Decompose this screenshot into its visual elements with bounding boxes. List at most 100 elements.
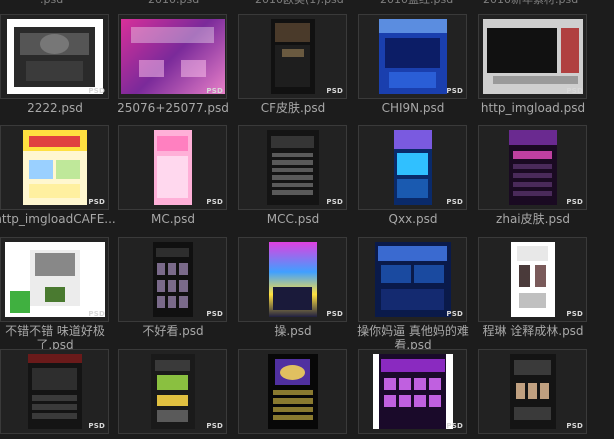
thumbnail-detail (513, 181, 552, 187)
file-thumbnail (152, 242, 193, 317)
thumbnail-detail (378, 245, 447, 261)
file-thumbnail (4, 242, 105, 317)
file-thumbnail-frame[interactable]: PSD (0, 125, 109, 210)
file-name-label: http_imgload.psd (480, 101, 586, 115)
file-thumbnail-frame[interactable]: PSD (478, 125, 587, 210)
psd-badge: PSD (566, 198, 583, 206)
file-name-label: .psd (40, 0, 63, 8)
thumbnail-detail (380, 264, 411, 284)
file-name-label: 2010蓝红.psd (380, 0, 453, 8)
thumbnail-detail (519, 293, 546, 308)
thumbnail-detail (513, 151, 552, 159)
file-thumbnail-frame[interactable]: PSD (0, 237, 109, 322)
thumbnail-detail (397, 152, 428, 175)
thumbnail-detail (519, 264, 531, 287)
thumbnail-detail (414, 378, 427, 390)
thumbnail-detail (380, 358, 445, 372)
psd-badge: PSD (326, 310, 343, 318)
thumbnail-detail (271, 190, 314, 195)
thumbnail-detail (139, 60, 165, 77)
thumbnail-detail (55, 160, 81, 179)
psd-badge: PSD (566, 87, 583, 95)
thumbnail-detail (271, 152, 314, 157)
file-thumbnail-frame[interactable]: PSD (118, 14, 227, 99)
file-thumbnail-frame[interactable]: PSD (478, 14, 587, 99)
file-thumbnail-frame[interactable]: PSD (358, 14, 467, 99)
file-name-label: Qxx.psd (388, 212, 438, 226)
psd-badge: PSD (446, 422, 463, 430)
psd-badge: PSD (206, 198, 223, 206)
file-thumbnail-frame[interactable]: PSD (238, 14, 347, 99)
file-thumbnail-frame[interactable]: PSD (478, 237, 587, 322)
file-thumbnail (509, 354, 556, 429)
file-name-label: 不错不错 味道好极了.psd (5, 324, 105, 352)
thumbnail-detail (167, 263, 177, 275)
thumbnail-detail (31, 395, 78, 402)
psd-badge: PSD (88, 87, 105, 95)
thumbnail-detail (388, 71, 437, 88)
file-thumbnail (378, 19, 447, 94)
psd-badge: PSD (88, 310, 105, 318)
file-thumbnail (510, 242, 555, 317)
file-thumbnail-frame[interactable]: PSD (118, 125, 227, 210)
file-name-label: MCC.psd (266, 212, 320, 226)
thumbnail-detail (274, 22, 311, 42)
thumbnail-detail (25, 61, 84, 81)
file-thumbnail-frame[interactable]: PSD (238, 237, 347, 322)
file-thumbnail (120, 19, 225, 94)
thumbnail-detail (156, 279, 166, 292)
psd-badge: PSD (88, 198, 105, 206)
file-thumbnail-frame[interactable]: PSD (118, 349, 227, 434)
file-thumbnail (27, 354, 82, 429)
file-name-label: 2010.psd (148, 0, 199, 8)
thumbnail-detail (385, 37, 440, 68)
scrollbar[interactable] (608, 0, 614, 439)
psd-badge: PSD (206, 422, 223, 430)
thumbnail-detail (414, 394, 427, 407)
thumbnail-detail (157, 395, 188, 406)
file-thumbnail-frame[interactable]: PSD (0, 14, 109, 99)
thumbnail-detail (31, 367, 78, 390)
thumbnail-detail (398, 394, 411, 407)
thumbnail-detail (539, 382, 550, 399)
file-thumbnail (270, 19, 315, 94)
thumbnail-detail (273, 287, 312, 310)
file-thumbnail (150, 354, 195, 429)
thumbnail-detail (180, 60, 206, 77)
file-thumbnail-frame[interactable]: PSD (358, 125, 467, 210)
file-thumbnail-frame[interactable]: PSD (478, 349, 587, 434)
thumbnail-detail (397, 178, 428, 198)
psd-badge: PSD (326, 198, 343, 206)
file-thumbnail-frame[interactable]: PSD (0, 349, 109, 434)
thumbnail-detail (44, 287, 65, 302)
thumbnail-detail (380, 288, 445, 310)
thumbnail-detail (28, 184, 81, 198)
file-thumbnail-frame[interactable]: PSD (238, 125, 347, 210)
thumbnail-detail (508, 130, 557, 145)
file-name-label: zhai皮肤.psd (496, 212, 570, 226)
file-thumbnail-frame[interactable]: PSD (358, 349, 467, 434)
thumbnail-detail (178, 296, 188, 308)
file-thumbnail (508, 130, 557, 205)
thumbnail-detail (27, 354, 82, 363)
file-thumbnail-frame[interactable]: PSD (358, 237, 467, 322)
thumbnail-detail (513, 172, 552, 178)
file-thumbnail-frame[interactable] (238, 349, 347, 434)
thumbnail-detail (157, 375, 188, 390)
file-thumbnail-frame[interactable]: PSD (118, 237, 227, 322)
file-name-label: 不好看.psd (142, 324, 204, 338)
thumbnail-detail (378, 19, 447, 33)
thumbnail-detail (393, 130, 432, 149)
file-name-label: 操.psd (274, 324, 312, 338)
thumbnail-detail (271, 182, 314, 187)
thumbnail-detail (157, 409, 188, 422)
thumbnail-detail (167, 279, 177, 292)
psd-badge: PSD (446, 198, 463, 206)
thumbnail-detail (414, 264, 445, 284)
psd-badge: PSD (206, 310, 223, 318)
file-thumbnail (153, 130, 192, 205)
psd-badge: PSD (326, 87, 343, 95)
file-thumbnail (374, 242, 451, 317)
thumbnail-detail (156, 296, 166, 308)
psd-badge: PSD (88, 422, 105, 430)
